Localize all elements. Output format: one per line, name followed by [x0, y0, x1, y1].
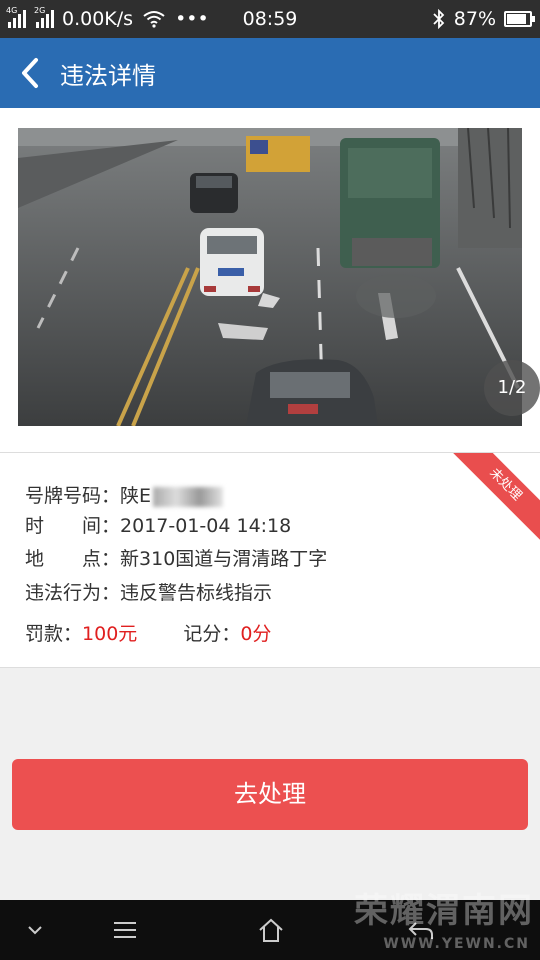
time-label: 时 间：: [25, 515, 121, 537]
status-bar: 4G 2G 0.00K/s ••• 08:59 87%: [0, 0, 540, 38]
status-ribbon: 未处理: [442, 453, 540, 548]
watermark-url: WWW.YEWN.CN: [383, 936, 530, 952]
fine-label: 罚款：: [25, 623, 83, 645]
app-header: 违法详情: [0, 38, 540, 108]
watermark-logo: 荣耀渭南网: [354, 891, 534, 931]
behavior-value: 违反警告标线指示: [120, 582, 273, 604]
home-icon[interactable]: [256, 915, 286, 945]
chevron-left-icon: [22, 58, 38, 88]
menu-icon[interactable]: [110, 915, 140, 945]
page-title: 违法详情: [60, 62, 156, 90]
location-label: 地 点：: [25, 548, 121, 570]
plate-blur: [153, 486, 224, 507]
points-label: 记分：: [183, 623, 241, 645]
system-nav-bar: 荣耀渭南网 WWW.YEWN.CN: [0, 891, 540, 960]
bluetooth-icon: [433, 9, 445, 29]
plate-value: 陕E: [120, 485, 152, 507]
points-value: 0分: [240, 623, 272, 645]
time-row: 时 间：2017-01-04 14:18: [25, 511, 291, 538]
photo-card: [0, 108, 540, 453]
time-value: 2017-01-04 14:18: [120, 515, 292, 537]
fine-row: 罚款：100元 记分：0分: [25, 619, 271, 646]
location-value: 新310国道与渭清路丁字: [120, 548, 328, 570]
battery-fill: [507, 14, 527, 24]
battery-percent: 87%: [453, 8, 496, 30]
back-button[interactable]: [14, 56, 48, 90]
fine-value: 100元: [82, 623, 138, 645]
process-button[interactable]: 去处理: [12, 759, 528, 830]
status-right: 87%: [432, 8, 535, 30]
plate-row: 号牌号码：陕E: [25, 481, 224, 508]
location-row: 地 点：新310国道与渭清路丁字: [25, 544, 327, 571]
violation-info-card: 未处理 号牌号码：陕E 时 间：2017-01-04 14:18 地 点：新31…: [0, 453, 540, 668]
chevron-down-icon[interactable]: [20, 915, 50, 945]
violation-photo[interactable]: [18, 128, 522, 426]
behavior-row: 违法行为：违反警告标线指示: [25, 578, 272, 605]
traffic-camera-image: [18, 128, 522, 426]
behavior-label: 违法行为：: [25, 582, 121, 604]
photo-pager[interactable]: 1/2: [484, 360, 540, 416]
battery-icon: [504, 11, 535, 27]
plate-label: 号牌号码：: [25, 485, 121, 507]
